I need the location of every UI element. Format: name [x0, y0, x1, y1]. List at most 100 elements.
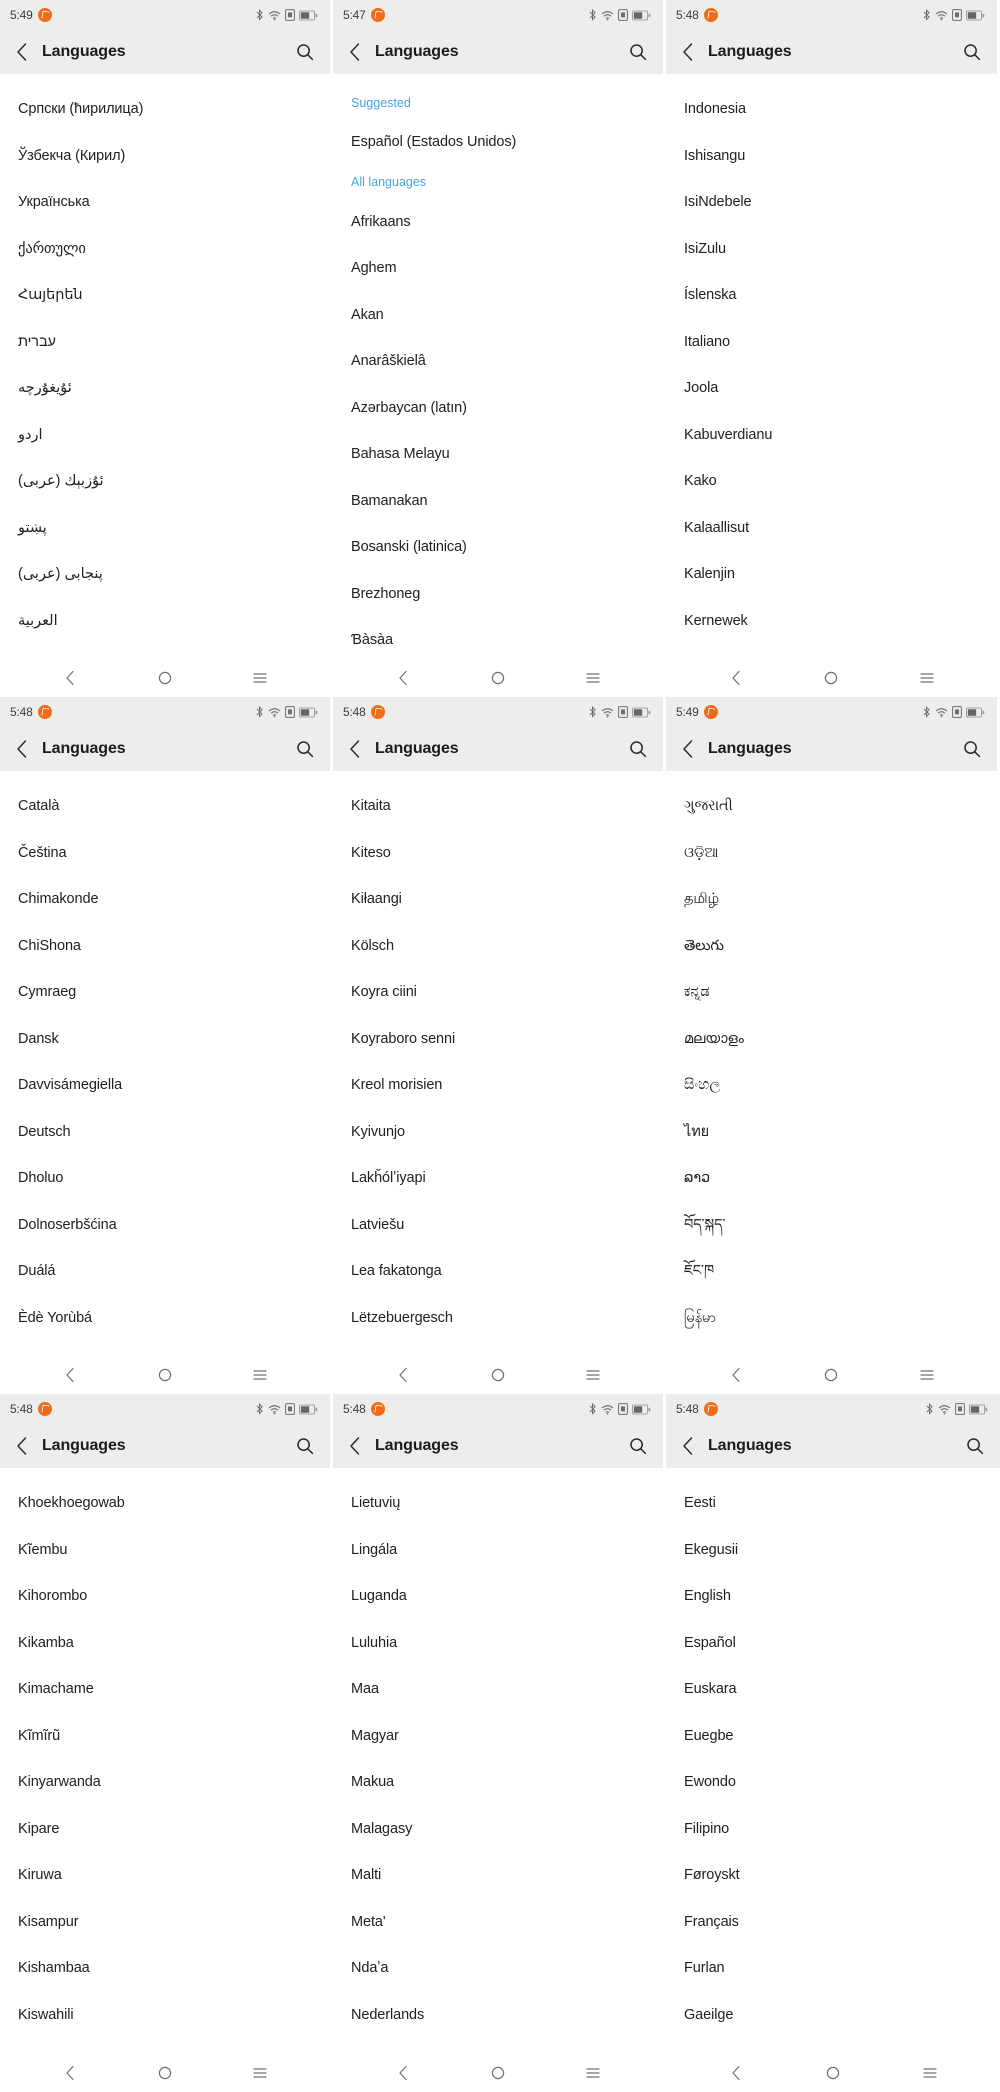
- language-list-item[interactable]: Español: [666, 1620, 1000, 1667]
- language-list-item[interactable]: Deutsch: [0, 1109, 330, 1156]
- language-list-item[interactable]: Ɓàsàa: [333, 617, 663, 659]
- nav-recents-button[interactable]: [913, 2058, 947, 2088]
- language-list-item[interactable]: Eesti: [666, 1480, 1000, 1527]
- nav-back-button[interactable]: [386, 663, 420, 693]
- language-list-item[interactable]: ไทย: [666, 1109, 997, 1156]
- language-list-item[interactable]: Kiswahili: [0, 1992, 330, 2039]
- nav-recents-button[interactable]: [243, 1360, 277, 1390]
- back-button[interactable]: [677, 738, 699, 760]
- language-list-item[interactable]: Malti: [333, 1852, 663, 1899]
- language-list-item[interactable]: ಕನ್ನಡ: [666, 969, 997, 1016]
- nav-recents-button[interactable]: [576, 2058, 610, 2088]
- nav-back-button[interactable]: [719, 663, 753, 693]
- nav-home-button[interactable]: [481, 663, 515, 693]
- language-list-item[interactable]: Српски (ћирилица): [0, 86, 330, 133]
- nav-home-button[interactable]: [814, 1360, 848, 1390]
- nav-home-button[interactable]: [148, 1360, 182, 1390]
- language-list[interactable]: Eesti Ekegusii English Español Euskara Euegbe…: [666, 1468, 1000, 2054]
- back-button[interactable]: [11, 41, 33, 63]
- nav-home-button[interactable]: [148, 2058, 182, 2088]
- language-list-item[interactable]: Kiruwa: [0, 1852, 330, 1899]
- language-list-item[interactable]: Ekegusii: [666, 1527, 1000, 1574]
- language-list-item[interactable]: Українська: [0, 179, 330, 226]
- language-list-item[interactable]: Lietuvių: [333, 1480, 663, 1527]
- language-list-item[interactable]: မြန်မာ: [666, 1295, 997, 1342]
- language-list-item[interactable]: Dholuo: [0, 1155, 330, 1202]
- language-list[interactable]: Khoekhoegowab Kĩembu Kihorombo Kikamba Kimac…: [0, 1468, 330, 2054]
- language-list-item[interactable]: Kipare: [0, 1806, 330, 1853]
- language-list-item[interactable]: Հայերեն: [0, 272, 330, 319]
- language-list-item[interactable]: Luluhia: [333, 1620, 663, 1667]
- language-list-item[interactable]: Duálá: [0, 1248, 330, 1295]
- nav-back-button[interactable]: [53, 2058, 87, 2088]
- language-list-item[interactable]: Akan: [333, 292, 663, 339]
- nav-back-button[interactable]: [53, 663, 87, 693]
- language-list-item[interactable]: Kitaita: [333, 783, 663, 830]
- language-list-item[interactable]: پنجابی (عربی): [0, 551, 330, 598]
- language-list-item[interactable]: Íslenska: [666, 272, 997, 319]
- language-list-item[interactable]: සිංහල: [666, 1062, 997, 1109]
- nav-recents-button[interactable]: [243, 663, 277, 693]
- language-list-item[interactable]: Aghem: [333, 245, 663, 292]
- language-list-item[interactable]: اردو: [0, 412, 330, 459]
- nav-home-button[interactable]: [814, 663, 848, 693]
- search-button[interactable]: [626, 737, 650, 761]
- language-list-item[interactable]: Bosanski (latinica): [333, 524, 663, 571]
- language-list-item[interactable]: Føroyskt: [666, 1852, 1000, 1899]
- language-list-item[interactable]: Meta': [333, 1899, 663, 1946]
- language-list-item[interactable]: Français: [666, 1899, 1000, 1946]
- language-list-item[interactable]: Magyar: [333, 1713, 663, 1760]
- nav-recents-button[interactable]: [910, 1360, 944, 1390]
- nav-home-button[interactable]: [481, 2058, 515, 2088]
- language-list-item[interactable]: Kabuverdianu: [666, 412, 997, 459]
- language-list[interactable]: Indonesia Ishisangu IsiNdebele IsiZulu Íslen…: [666, 74, 997, 659]
- nav-back-button[interactable]: [719, 2058, 753, 2088]
- language-list-item[interactable]: Kyivunjo: [333, 1109, 663, 1156]
- language-list-item[interactable]: ગુજરાતી: [666, 783, 997, 830]
- language-list-item[interactable]: Gaeilge: [666, 1992, 1000, 2039]
- language-list-item[interactable]: Kalenjin: [666, 551, 997, 598]
- language-list-item[interactable]: پښتو: [0, 505, 330, 552]
- language-list-item[interactable]: Kiłaangi: [333, 876, 663, 923]
- language-list-item[interactable]: Kreol morisien: [333, 1062, 663, 1109]
- language-list-item[interactable]: Kinyarwanda: [0, 1759, 330, 1806]
- back-button[interactable]: [344, 41, 366, 63]
- language-list-item[interactable]: ქართული: [0, 226, 330, 273]
- back-button[interactable]: [677, 1435, 699, 1457]
- nav-recents-button[interactable]: [910, 663, 944, 693]
- language-list-item[interactable]: Kihorombo: [0, 1573, 330, 1620]
- back-button[interactable]: [11, 1435, 33, 1457]
- language-list-item[interactable]: Afrikaans: [333, 199, 663, 246]
- language-list-item[interactable]: Ўзбекча (Кирил): [0, 133, 330, 180]
- language-list-item[interactable]: Latviešu: [333, 1202, 663, 1249]
- language-list-item[interactable]: Davvisámegiella: [0, 1062, 330, 1109]
- language-list-item[interactable]: Lakȟólʼiyapi: [333, 1155, 663, 1202]
- language-list-item[interactable]: Euegbe: [666, 1713, 1000, 1760]
- language-list-item[interactable]: ئۇزبېك (عربى): [0, 458, 330, 505]
- back-button[interactable]: [344, 738, 366, 760]
- nav-back-button[interactable]: [719, 1360, 753, 1390]
- search-button[interactable]: [293, 40, 317, 64]
- nav-home-button[interactable]: [481, 1360, 515, 1390]
- nav-recents-button[interactable]: [243, 2058, 277, 2088]
- language-list-item[interactable]: Euskara: [666, 1666, 1000, 1713]
- language-list-item[interactable]: Kimachame: [0, 1666, 330, 1713]
- language-list-item[interactable]: עברית: [0, 319, 330, 366]
- language-list-item[interactable]: Kako: [666, 458, 997, 505]
- language-list-item[interactable]: Kĩembu: [0, 1527, 330, 1574]
- language-list-item[interactable]: Malagasy: [333, 1806, 663, 1853]
- language-list-item[interactable]: മലയാളം: [666, 1016, 997, 1063]
- language-list-item[interactable]: Lëtzebuergesch: [333, 1295, 663, 1342]
- language-list-item[interactable]: Indonesia: [666, 86, 997, 133]
- search-button[interactable]: [626, 1434, 650, 1458]
- language-list-item[interactable]: ئۇيغۇرچە: [0, 365, 330, 412]
- language-list-item[interactable]: Ewondo: [666, 1759, 1000, 1806]
- language-list[interactable]: Català Čeština Chimakonde ChiShona Cymraeg Da…: [0, 771, 330, 1356]
- language-list-item[interactable]: తెలుగు: [666, 923, 997, 970]
- language-list-item[interactable]: Luganda: [333, 1573, 663, 1620]
- search-button[interactable]: [963, 1434, 987, 1458]
- search-button[interactable]: [626, 40, 650, 64]
- language-list-item[interactable]: Dansk: [0, 1016, 330, 1063]
- language-list-item[interactable]: ཇོང་ཁ: [666, 1248, 997, 1295]
- language-list-item[interactable]: ChiShona: [0, 923, 330, 970]
